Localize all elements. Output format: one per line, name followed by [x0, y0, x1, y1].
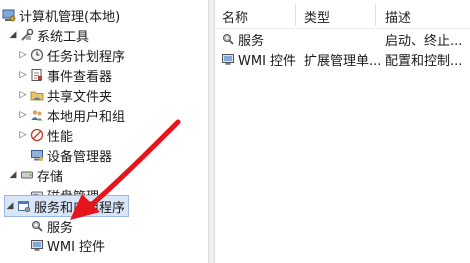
tree-node-computer-management[interactable]: 计算机管理(本地)	[2, 4, 120, 26]
expand-icon[interactable]: ▷	[18, 130, 28, 140]
tree-node-label: 共享文件夹	[47, 89, 113, 105]
services-icon	[30, 219, 44, 233]
column-separator[interactable]	[295, 4, 296, 26]
tree-node-label: 服务和应用程序	[34, 200, 126, 216]
tree-node-label: 事件查看器	[47, 69, 113, 85]
console-tree: 计算机管理(本地) ◢ 系统工具 ▷ 任务计划程序 ▷ 事件查看器 ▷ 共享文件…	[0, 0, 208, 263]
tree-node-wmi-control[interactable]: WMI 控件	[30, 234, 105, 256]
expand-icon[interactable]: ▷	[18, 110, 28, 120]
tree-node-label: 本地用户和组	[47, 109, 126, 125]
services-apps-icon	[17, 199, 31, 213]
column-header-type[interactable]: 类型	[304, 5, 330, 27]
event-viewer-icon	[30, 68, 44, 82]
details-list: 名称 类型 描述 服务 启动、终止... WMI 控件 扩展管理单... 配置和…	[215, 0, 470, 263]
wmi-icon	[221, 52, 235, 66]
row-type	[304, 28, 374, 50]
tree-node-task-scheduler[interactable]: ▷ 任务计划程序	[18, 44, 125, 66]
row-description: 启动、终止...	[385, 33, 463, 49]
row-name: 服务	[238, 33, 265, 49]
row-name-cell: 服务	[221, 28, 299, 50]
tree-node-label: 服务	[47, 220, 74, 236]
tree-node-label: 任务计划程序	[47, 49, 126, 65]
tree-node-local-users[interactable]: ▷ 本地用户和组	[18, 104, 125, 126]
row-name: WMI 控件	[238, 53, 297, 69]
expand-icon[interactable]: ▷	[18, 90, 28, 100]
tree-node-performance[interactable]: ▷ 性能	[18, 124, 73, 146]
tree-node-shared-folders[interactable]: ▷ 共享文件夹	[18, 84, 112, 106]
collapse-icon[interactable]: ◢	[8, 30, 18, 40]
performance-icon	[30, 128, 44, 142]
tree-node-label: 存储	[37, 169, 64, 185]
device-manager-icon	[30, 148, 44, 162]
row-description: 配置和控制...	[385, 53, 463, 69]
wmi-icon	[30, 238, 44, 252]
services-icon	[221, 32, 235, 46]
tree-node-label: WMI 控件	[47, 239, 106, 255]
collapse-icon[interactable]: ◢	[8, 170, 18, 180]
tree-node-label: 系统工具	[37, 29, 90, 45]
shared-folder-icon	[30, 88, 44, 102]
tree-node-device-manager[interactable]: 设备管理器	[30, 144, 112, 166]
expand-icon[interactable]: ▷	[18, 70, 28, 80]
tree-node-label: 设备管理器	[47, 149, 113, 165]
tree-node-label: 性能	[47, 129, 74, 145]
column-separator[interactable]	[375, 4, 376, 26]
tree-node-system-tools[interactable]: ◢ 系统工具	[8, 24, 89, 46]
storage-icon	[20, 168, 34, 182]
row-type: 扩展管理单...	[304, 53, 380, 69]
clock-icon	[30, 48, 44, 62]
expand-icon[interactable]: ▷	[18, 50, 28, 60]
column-header-name[interactable]: 名称	[222, 5, 248, 27]
tree-node-services-and-applications[interactable]: ◢ 服务和应用程序	[4, 195, 130, 217]
tree-node-event-viewer[interactable]: ▷ 事件查看器	[18, 64, 112, 86]
collapse-icon[interactable]: ◢	[5, 201, 15, 211]
row-name-cell: WMI 控件	[221, 48, 303, 70]
tools-icon	[20, 28, 34, 42]
pane-splitter[interactable]	[208, 0, 215, 263]
tree-node-storage[interactable]: ◢ 存储	[8, 164, 63, 186]
tree-node-label: 计算机管理(本地)	[19, 9, 121, 25]
column-header-description[interactable]: 描述	[385, 5, 411, 27]
computer-management-icon	[2, 8, 16, 22]
users-icon	[30, 108, 44, 122]
